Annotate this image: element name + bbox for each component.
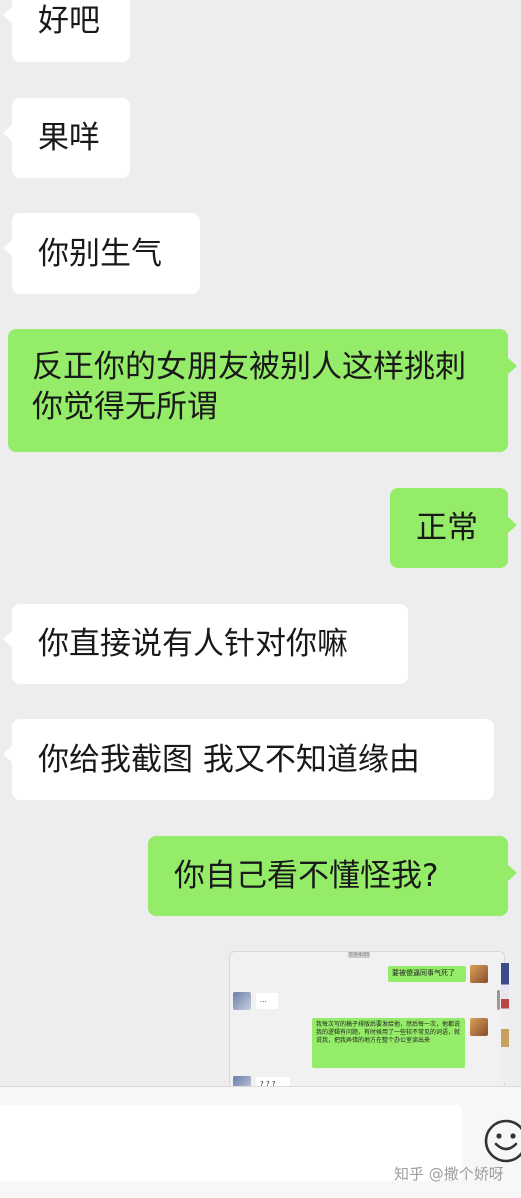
emoji-smile-icon[interactable] [482, 1117, 521, 1165]
screenshot-time-label: 下午4:55 [348, 952, 370, 958]
message-bubble-outgoing[interactable]: 你自己看不懂怪我? [148, 836, 517, 916]
screenshot-avatar-other [233, 992, 251, 1010]
message-text: 果咩 [38, 120, 100, 156]
message-text: 好吧 [38, 3, 100, 39]
screenshot-avatar-self [470, 965, 488, 983]
screenshot-scrollbar [497, 990, 500, 1010]
message-bubble-incoming[interactable]: 你别生气 [3, 213, 200, 294]
message-text: 你别生气 [38, 235, 162, 272]
message-text: 反正你的女朋友被别人这样挑刺你觉得无所谓 [32, 349, 466, 425]
message-bubble-outgoing[interactable]: 正常 [390, 488, 517, 568]
screenshot-message-text: 我每次写的稿子排版后要发给他，然后每一次，他都说我的逻辑有问题，有时候用了一些较… [316, 1021, 461, 1044]
watermark-text: 知乎 @撒个娇呀 [394, 1165, 504, 1183]
message-text: 你自己看不懂怪我? [174, 858, 439, 894]
screenshot-avatar-self [470, 1018, 488, 1036]
message-text: 你给我截图 我又不知道缘由 [38, 741, 420, 778]
screenshot-message-incoming: ... [256, 993, 278, 1009]
message-bubble-incoming[interactable]: 好吧 [3, 0, 130, 62]
message-text: 你直接说有人针对你嘛 [38, 626, 348, 662]
message-input[interactable] [0, 1105, 462, 1181]
message-bubble-incoming[interactable]: 果咩 [3, 98, 130, 178]
message-text: 正常 [416, 510, 478, 546]
screenshot-message-text: 要被傻逼同事气死了 [392, 969, 455, 977]
message-bubble-incoming[interactable]: 你给我截图 我又不知道缘由 [3, 719, 494, 800]
message-bubble-incoming[interactable]: 你直接说有人针对你嘛 [3, 604, 408, 684]
screenshot-edge-thumbnail [501, 963, 509, 1083]
screenshot-message-text: ... [260, 996, 267, 1004]
screenshot-message-outgoing: 我每次写的稿子排版后要发给他，然后每一次，他都说我的逻辑有问题，有时候用了一些较… [312, 1018, 465, 1068]
message-bubble-outgoing[interactable]: 反正你的女朋友被别人这样挑刺你觉得无所谓 [8, 329, 517, 452]
image-message-screenshot[interactable]: 下午4:55 要被傻逼同事气死了 ... 我每次写的稿子排版后要发给他，然后每一… [229, 951, 505, 1091]
screenshot-message-outgoing: 要被傻逼同事气死了 [388, 966, 466, 982]
